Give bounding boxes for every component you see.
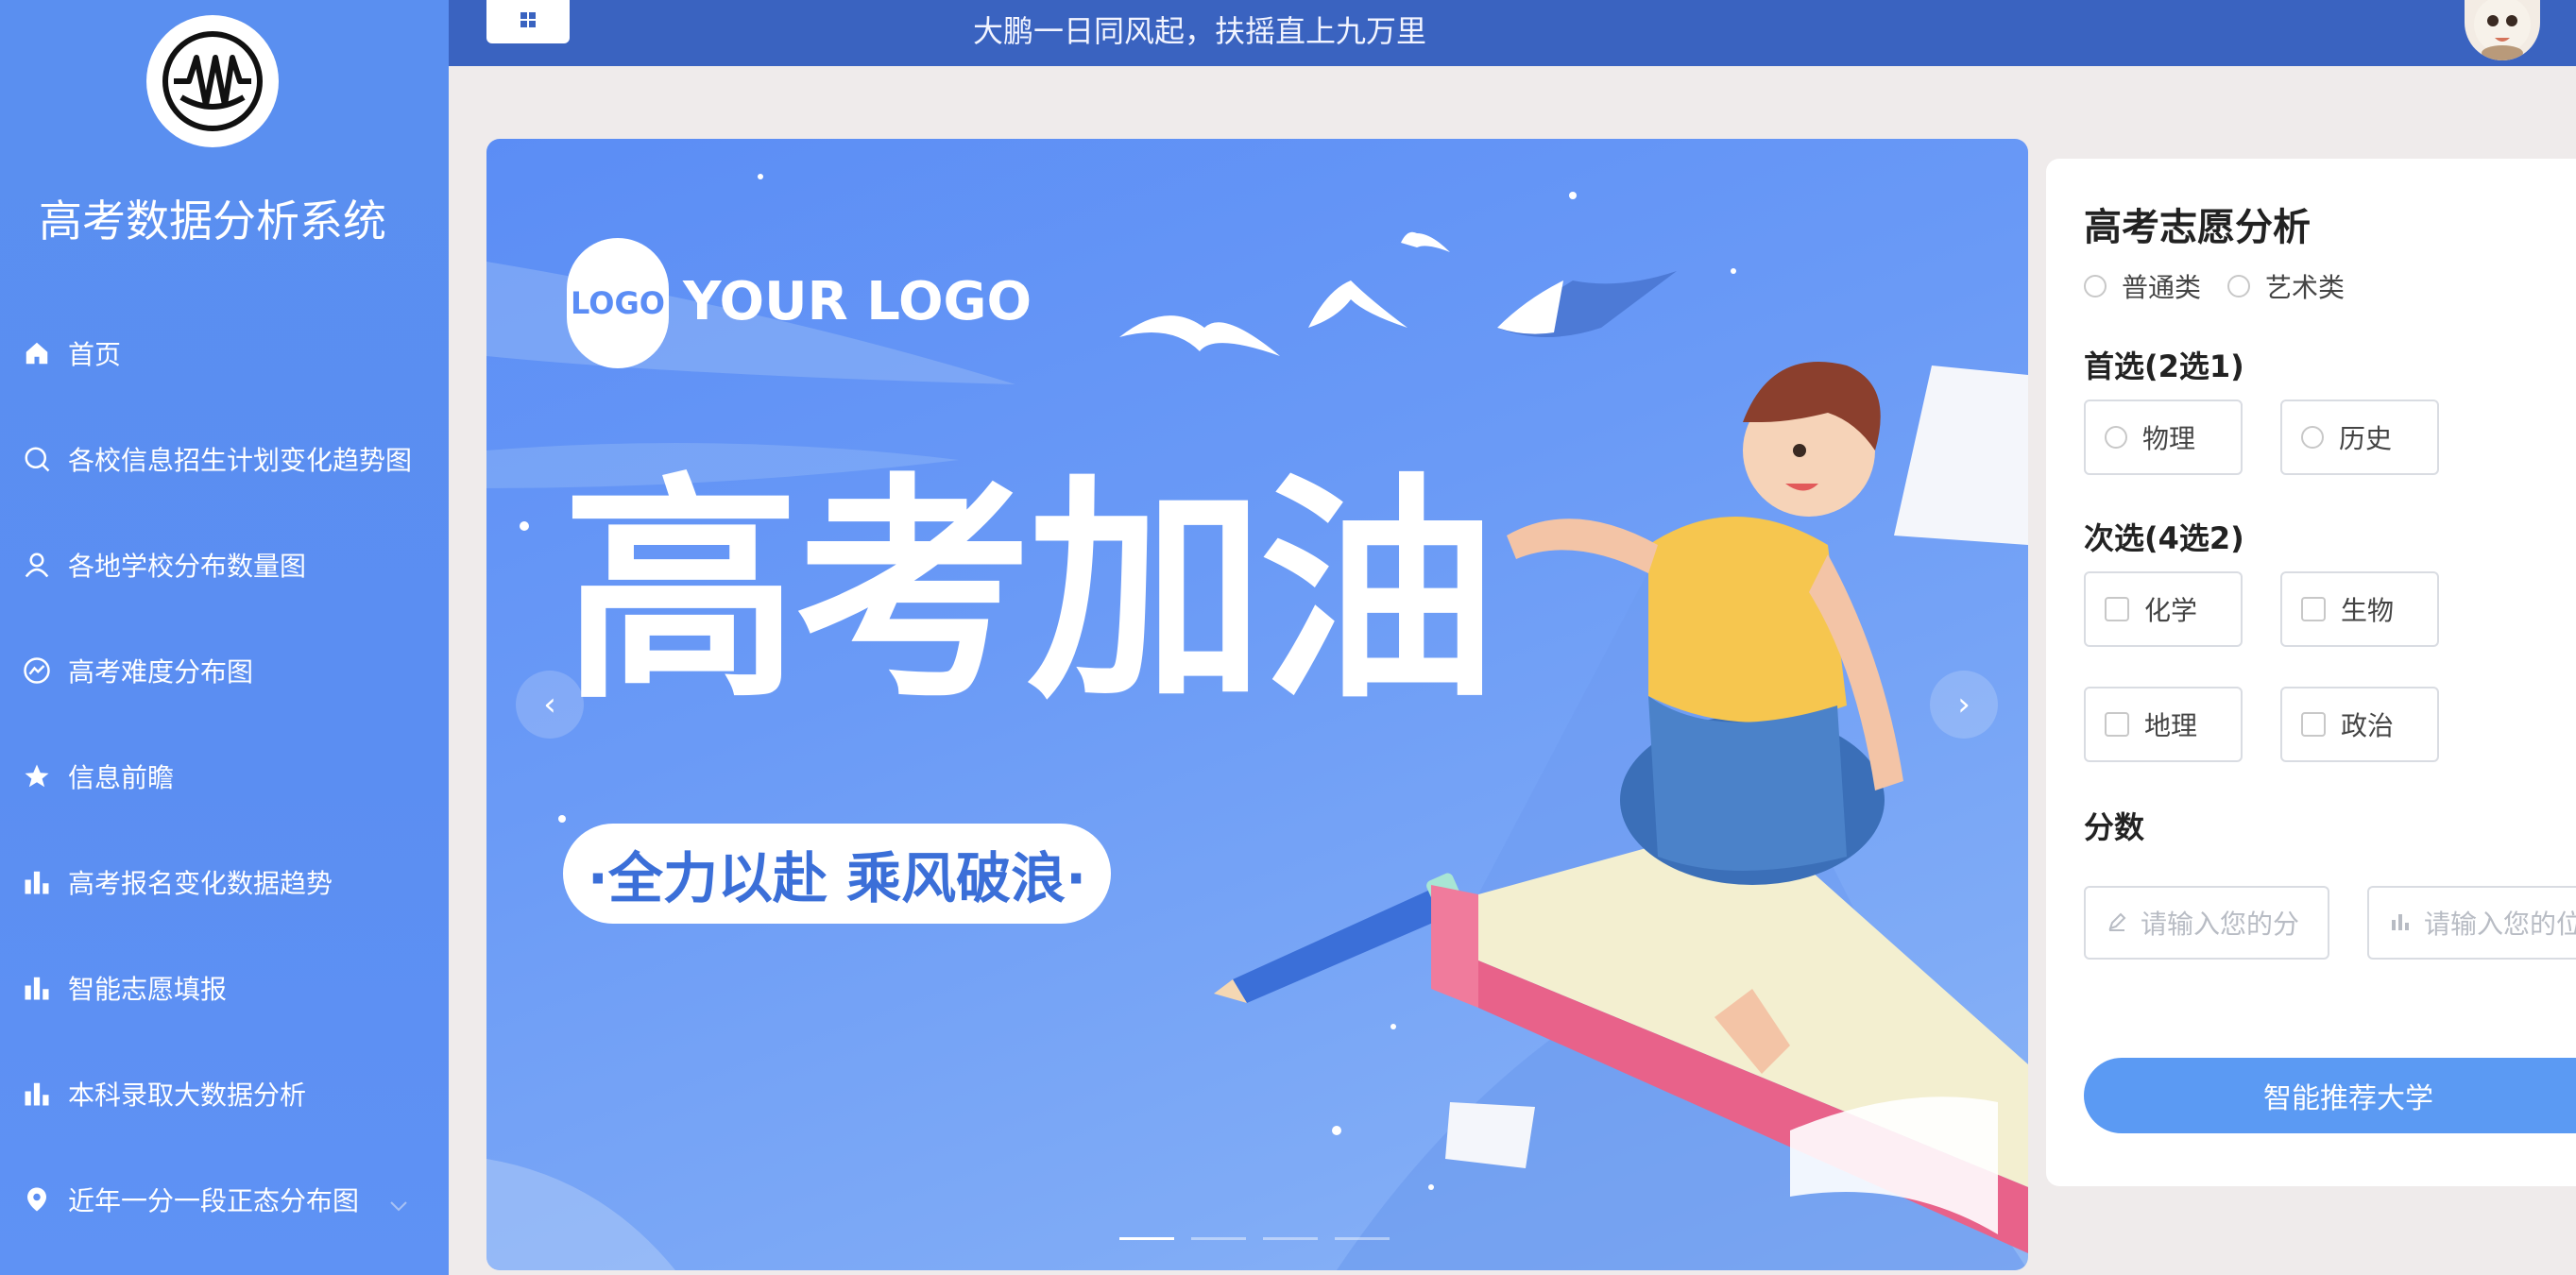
carousel-indicator[interactable]	[1263, 1237, 1318, 1240]
banner-logo-text: YOUR LOGO	[683, 271, 1032, 332]
bar-chart-icon	[21, 972, 53, 1004]
sidebar-item-label: 高考报名变化数据趋势	[68, 868, 333, 899]
option-label: 生物	[2341, 595, 2395, 626]
radio-art[interactable]: 艺术类	[2227, 267, 2345, 305]
application-analysis-panel: 高考志愿分析 普通类 艺术类 首选(2选1) 物理 历史 次选(4选2) 化学 …	[2046, 159, 2576, 1186]
sidebar-item-label: 本科录取大数据分析	[68, 1080, 307, 1111]
sidebar-item-school-distribution[interactable]: 各地学校分布数量图	[0, 512, 449, 618]
option-label: 地理	[2144, 710, 2198, 741]
carousel-prev-button[interactable]: ‹	[516, 671, 584, 739]
sidebar-item-label: 信息前瞻	[68, 762, 175, 793]
second-choice-title: 次选(4选2)	[2084, 520, 2244, 556]
checkbox-icon	[2105, 597, 2129, 621]
bar-chart-icon	[2390, 908, 2411, 939]
banner-headline: 高考加油	[562, 454, 1497, 731]
option-label: 历史	[2339, 423, 2393, 454]
sidebar: 高考数据分析系统 首页 各校信息招生计划变化趋势图 各地学校分布数量图 高考难度…	[0, 0, 449, 1275]
sidebar-item-label: 智能志愿填报	[68, 974, 228, 1005]
sidebar-item-enrollment-trend[interactable]: 各校信息招生计划变化趋势图	[0, 406, 449, 512]
option-politics[interactable]: 政治	[2280, 687, 2439, 762]
sidebar-item-admission-analysis[interactable]: 本科录取大数据分析	[0, 1041, 449, 1147]
app-title: 高考数据分析系统	[39, 196, 386, 246]
sidebar-item-label: 高考难度分布图	[68, 656, 254, 688]
location-icon	[21, 1183, 53, 1216]
score-title: 分数	[2084, 809, 2145, 845]
option-label: 物理	[2142, 423, 2196, 454]
option-label: 化学	[2144, 595, 2198, 626]
checkbox-icon	[2301, 597, 2326, 621]
option-physics[interactable]: 物理	[2084, 400, 2243, 475]
bar-chart-icon	[21, 866, 53, 898]
carousel-indicator[interactable]	[1335, 1237, 1390, 1240]
chevron-down-icon[interactable]	[388, 1188, 409, 1219]
sidebar-item-home[interactable]: 首页	[0, 300, 449, 406]
chevron-left-icon: ‹	[543, 686, 556, 723]
chevron-right-icon: ›	[1957, 686, 1970, 723]
bar-chart-icon	[21, 1078, 53, 1110]
sidebar-item-label: 近年一分一段正态分布图	[68, 1185, 360, 1216]
score-input[interactable]: 请输入您的分	[2084, 886, 2329, 960]
logo-mark-icon	[162, 31, 263, 131]
option-chemistry[interactable]: 化学	[2084, 571, 2243, 647]
sidebar-item-label: 各校信息招生计划变化趋势图	[68, 445, 413, 476]
sidebar-item-outlook[interactable]: 信息前瞻	[0, 723, 449, 829]
category-radio-group: 普通类 艺术类	[2084, 267, 2345, 305]
carousel-next-button[interactable]: ›	[1930, 671, 1998, 739]
sidebar-item-difficulty[interactable]: 高考难度分布图	[0, 618, 449, 723]
home-icon	[21, 337, 53, 369]
radio-label: 普通类	[2122, 272, 2202, 303]
radio-circle-icon	[2301, 426, 2324, 449]
carousel-indicator[interactable]	[1119, 1237, 1174, 1240]
radio-circle-icon	[2227, 275, 2251, 298]
panel-title: 高考志愿分析	[2084, 206, 2311, 249]
sidebar-item-label: 首页	[68, 339, 122, 370]
sidebar-item-label: 各地学校分布数量图	[68, 551, 307, 582]
rank-input-placeholder: 请输入您的位	[2424, 909, 2576, 940]
option-history[interactable]: 历史	[2280, 400, 2439, 475]
sidebar-nav: 首页 各校信息招生计划变化趋势图 各地学校分布数量图 高考难度分布图 信息前瞻	[0, 300, 449, 1252]
sidebar-item-smart-application[interactable]: 智能志愿填报	[0, 935, 449, 1041]
first-choice-title: 首选(2选1)	[2084, 348, 2244, 384]
score-input-placeholder: 请输入您的分	[2141, 909, 2300, 940]
carousel-indicator[interactable]	[1191, 1237, 1246, 1240]
rank-input[interactable]: 请输入您的位	[2367, 886, 2576, 960]
header-slogan: 大鹏一日同风起，扶摇直上九万里	[972, 13, 1426, 49]
carousel-indicators	[1119, 1237, 1390, 1240]
sidebar-item-registration-trend[interactable]: 高考报名变化数据趋势	[0, 829, 449, 935]
option-geography[interactable]: 地理	[2084, 687, 2243, 762]
banner-carousel[interactable]: LOGO YOUR LOGO 高考加油 ·全力以赴 乘风破浪· ‹ ›	[486, 139, 2028, 1270]
checkbox-icon	[2301, 712, 2326, 737]
star-icon	[21, 760, 53, 792]
radio-label: 艺术类	[2265, 272, 2346, 303]
radio-circle-icon	[2105, 426, 2127, 449]
search-icon	[21, 443, 53, 475]
pencil-icon	[2107, 908, 2127, 939]
sidebar-item-score-distribution[interactable]: 近年一分一段正态分布图	[0, 1147, 449, 1252]
checkbox-icon	[2105, 712, 2129, 737]
top-bar: 大鹏一日同风起，扶摇直上九万里	[449, 0, 2576, 66]
radio-circle-icon	[2084, 275, 2107, 298]
user-icon	[21, 549, 53, 581]
banner-logo-badge: LOGO	[567, 238, 669, 368]
banner-tagline-pill: ·全力以赴 乘风破浪·	[563, 824, 1111, 924]
radio-general[interactable]: 普通类	[2084, 267, 2201, 305]
avatar[interactable]	[2465, 0, 2540, 60]
chart-circle-icon	[21, 654, 53, 687]
banner-tagline: ·全力以赴 乘风破浪·	[587, 846, 1087, 910]
option-label: 政治	[2341, 710, 2395, 741]
banner-logo-badge-text: LOGO	[571, 285, 665, 321]
recommend-university-button[interactable]: 智能推荐大学	[2084, 1058, 2576, 1133]
app-logo[interactable]	[146, 15, 279, 147]
option-biology[interactable]: 生物	[2280, 571, 2439, 647]
